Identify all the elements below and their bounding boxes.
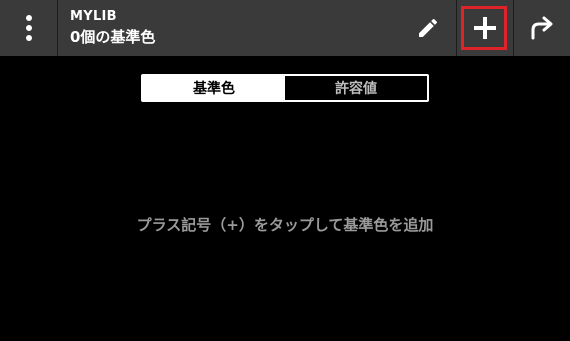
app-header: MYLIB 0個の基準色 — [0, 0, 570, 56]
share-arrow-icon — [531, 16, 553, 40]
page-title: 0個の基準色 — [70, 28, 156, 46]
edit-button[interactable] — [400, 0, 456, 56]
pencil-icon — [419, 18, 438, 37]
tab-tolerances[interactable]: 許容値 — [285, 76, 427, 100]
empty-state-message: プラス記号（+）をタップして基準色を追加 — [136, 216, 434, 234]
plus-icon — [474, 17, 496, 39]
app-name: MYLIB — [70, 9, 117, 24]
add-button[interactable] — [457, 0, 513, 56]
more-vert-icon — [25, 15, 32, 41]
segmented-control: 基準色 許容値 — [141, 74, 429, 102]
share-button[interactable] — [514, 0, 570, 56]
tab-reference-colors[interactable]: 基準色 — [143, 76, 285, 100]
header-titles: MYLIB 0個の基準色 — [58, 0, 400, 56]
overflow-menu-button[interactable] — [0, 0, 57, 56]
